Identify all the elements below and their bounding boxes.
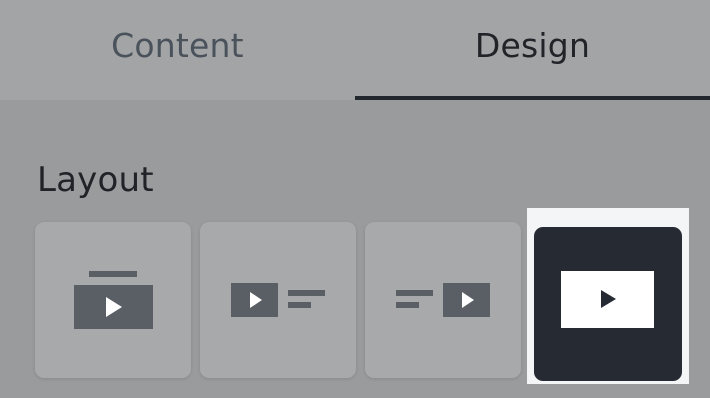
tab-design-label: Design bbox=[474, 25, 591, 65]
tab-design[interactable]: Design bbox=[355, 0, 710, 100]
tab-content[interactable]: Content bbox=[0, 0, 355, 100]
tab-bar: Content Design bbox=[0, 0, 710, 100]
media-full-icon bbox=[561, 271, 654, 328]
tab-content-label: Content bbox=[111, 25, 244, 65]
layout-section-title: Layout bbox=[37, 160, 154, 200]
tab-divider bbox=[0, 100, 710, 101]
media-top-icon bbox=[74, 271, 153, 329]
media-left-icon bbox=[231, 283, 325, 317]
design-panel: Content Design Layout bbox=[0, 0, 710, 398]
layout-option-media-right[interactable] bbox=[365, 222, 521, 378]
layout-option-media-top[interactable] bbox=[35, 222, 191, 378]
layout-option-selected-frame[interactable] bbox=[527, 208, 689, 384]
layout-option-media-full[interactable] bbox=[534, 227, 682, 381]
media-right-icon bbox=[396, 283, 490, 317]
layout-option-media-left[interactable] bbox=[200, 222, 356, 378]
